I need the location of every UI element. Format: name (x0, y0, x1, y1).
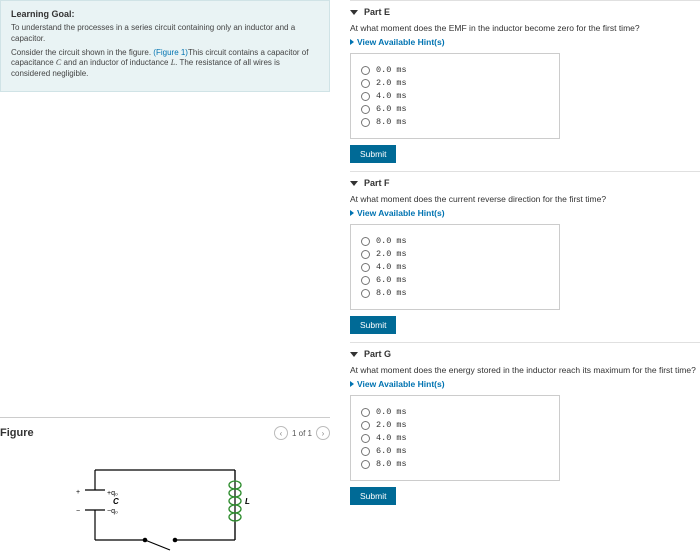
label-c: C (113, 497, 119, 506)
radio-input[interactable] (361, 92, 370, 101)
label-qplus: +q₀ (107, 490, 118, 497)
radio-input[interactable] (361, 250, 370, 259)
submit-button[interactable]: Submit (350, 487, 396, 505)
radio-input[interactable] (361, 79, 370, 88)
hints-link[interactable]: View Available Hint(s) (350, 208, 700, 218)
learning-goal-title: Learning Goal: (11, 9, 319, 19)
part-g-title: Part G (364, 349, 391, 359)
option-row[interactable]: 0.0 ms (361, 65, 549, 75)
inductor-icon (229, 470, 241, 540)
option-row[interactable]: 6.0 ms (361, 446, 549, 456)
part-g: Part G At what moment does the energy st… (350, 342, 700, 513)
radio-input[interactable] (361, 105, 370, 114)
radio-input[interactable] (361, 118, 370, 127)
option-row[interactable]: 8.0 ms (361, 288, 549, 298)
part-f-question: At what moment does the current reverse … (350, 194, 700, 204)
radio-input[interactable] (361, 66, 370, 75)
option-row[interactable]: 4.0 ms (361, 91, 549, 101)
hints-link[interactable]: View Available Hint(s) (350, 37, 700, 47)
radio-input[interactable] (361, 276, 370, 285)
radio-input[interactable] (361, 237, 370, 246)
option-row[interactable]: 8.0 ms (361, 459, 549, 469)
submit-button[interactable]: Submit (350, 316, 396, 334)
part-e-title: Part E (364, 7, 390, 17)
answer-box: 0.0 ms 2.0 ms 4.0 ms 6.0 ms 8.0 ms (350, 395, 560, 481)
learning-goal-line1: To understand the processes in a series … (11, 23, 319, 45)
radio-input[interactable] (361, 421, 370, 430)
option-row[interactable]: 2.0 ms (361, 249, 549, 259)
option-row[interactable]: 4.0 ms (361, 262, 549, 272)
answer-box: 0.0 ms 2.0 ms 4.0 ms 6.0 ms 8.0 ms (350, 224, 560, 310)
radio-input[interactable] (361, 263, 370, 272)
radio-input[interactable] (361, 289, 370, 298)
caret-down-icon (350, 181, 358, 186)
triangle-right-icon (350, 39, 354, 45)
option-row[interactable]: 6.0 ms (361, 104, 549, 114)
option-row[interactable]: 0.0 ms (361, 236, 549, 246)
radio-input[interactable] (361, 447, 370, 456)
part-e-question: At what moment does the EMF in the induc… (350, 23, 700, 33)
option-row[interactable]: 0.0 ms (361, 407, 549, 417)
radio-input[interactable] (361, 460, 370, 469)
hints-link[interactable]: View Available Hint(s) (350, 379, 700, 389)
caret-down-icon (350, 10, 358, 15)
label-qminus: −q₀ (107, 508, 118, 515)
figure-prev-button[interactable]: ‹ (274, 426, 288, 440)
triangle-right-icon (350, 210, 354, 216)
figure-link[interactable]: (Figure 1) (153, 48, 188, 57)
part-e: Part E At what moment does the EMF in th… (350, 0, 700, 171)
figure-section: Figure ‹ 1 of 1 › + − +q₀ (0, 417, 330, 560)
figure-title: Figure (0, 427, 34, 439)
option-row[interactable]: 8.0 ms (361, 117, 549, 127)
learning-goal-line2: Consider the circuit shown in the figure… (11, 48, 319, 80)
svg-text:+: + (76, 489, 80, 496)
circuit-diagram: + − +q₀ −q₀ C L (55, 450, 275, 560)
part-g-header[interactable]: Part G (350, 349, 700, 359)
figure-canvas: + − +q₀ −q₀ C L (0, 450, 330, 560)
part-e-header[interactable]: Part E (350, 7, 700, 17)
figure-counter: 1 of 1 (292, 429, 312, 438)
svg-text:−: − (76, 508, 80, 515)
submit-button[interactable]: Submit (350, 145, 396, 163)
caret-down-icon (350, 352, 358, 357)
option-row[interactable]: 6.0 ms (361, 275, 549, 285)
option-row[interactable]: 2.0 ms (361, 420, 549, 430)
figure-next-button[interactable]: › (316, 426, 330, 440)
option-row[interactable]: 4.0 ms (361, 433, 549, 443)
radio-input[interactable] (361, 408, 370, 417)
answer-box: 0.0 ms 2.0 ms 4.0 ms 6.0 ms 8.0 ms (350, 53, 560, 139)
part-f-title: Part F (364, 178, 390, 188)
figure-nav: ‹ 1 of 1 › (274, 426, 330, 440)
part-f-header[interactable]: Part F (350, 178, 700, 188)
part-g-question: At what moment does the energy stored in… (350, 365, 700, 375)
label-l: L (245, 497, 250, 506)
radio-input[interactable] (361, 434, 370, 443)
triangle-right-icon (350, 381, 354, 387)
option-row[interactable]: 2.0 ms (361, 78, 549, 88)
part-f: Part F At what moment does the current r… (350, 171, 700, 342)
learning-goal-box: Learning Goal: To understand the process… (0, 0, 330, 92)
